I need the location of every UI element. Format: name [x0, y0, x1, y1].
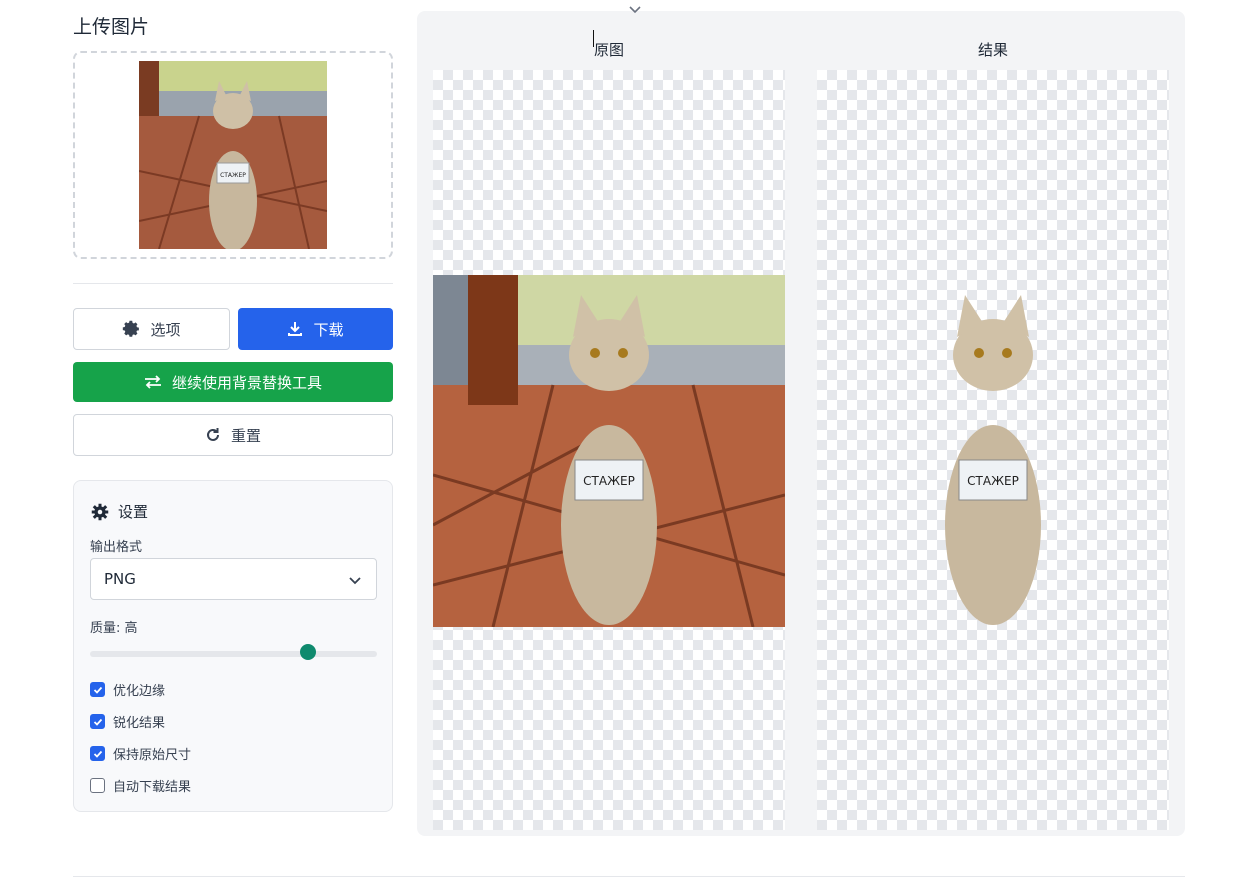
result-preview: СТАЖЕР: [817, 70, 1169, 830]
result-image: СТАЖЕР: [945, 295, 1041, 625]
format-label: 输出格式: [90, 540, 143, 555]
badge-text: СТАЖЕР: [583, 474, 635, 488]
options-button[interactable]: 选项: [73, 308, 230, 350]
upload-dropzone[interactable]: СТАЖЕР: [73, 51, 393, 259]
continue-bg-tool-button[interactable]: 继续使用背景替换工具: [73, 362, 393, 402]
reset-label: 重置: [230, 426, 261, 445]
quality-slider-thumb[interactable]: [300, 644, 317, 660]
result-title: 结果: [977, 41, 1008, 59]
settings-title: 设置: [118, 503, 149, 521]
refresh-icon: [207, 428, 219, 441]
download-icon: [288, 322, 303, 336]
quality-label: 质量: 高: [90, 621, 138, 636]
badge-text: СТАЖЕР: [220, 172, 246, 179]
options-label: 选项: [150, 320, 181, 339]
settings-checkbox[interactable]: 自动下载结果: [90, 776, 191, 795]
original-preview: СТАЖЕР: [433, 70, 785, 830]
uploaded-thumbnail: СТАЖЕР: [139, 61, 327, 249]
original-title: 原图: [593, 41, 624, 59]
original-image: СТАЖЕР: [433, 275, 785, 627]
reset-button[interactable]: 重置: [73, 414, 393, 456]
format-select[interactable]: PNG: [90, 558, 377, 600]
settings-checkbox[interactable]: 保持原始尺寸: [90, 744, 191, 763]
settings-header: 设置: [91, 501, 148, 522]
divider: [73, 283, 393, 284]
swap-arrows-icon: [144, 375, 161, 389]
settings-checkbox[interactable]: 优化边缘: [90, 680, 165, 699]
checkbox-checked-icon[interactable]: [90, 682, 105, 697]
continue-label: 继续使用背景替换工具: [171, 373, 322, 392]
gear-icon: [123, 320, 140, 337]
gear-icon: [91, 503, 109, 520]
checkbox-label: 锐化结果: [113, 716, 166, 731]
checkbox-unchecked-icon[interactable]: [90, 778, 105, 793]
checkbox-label: 优化边缘: [113, 684, 166, 699]
quality-slider-track[interactable]: [90, 651, 377, 657]
download-label: 下载: [313, 320, 344, 339]
footer-divider: [73, 876, 1185, 877]
settings-panel: 设置 输出格式 PNG 质量: 高 优化边缘锐化结果保持原始尺寸 自动下载结果: [73, 480, 393, 812]
collapse-chevron-icon[interactable]: [628, 5, 642, 15]
text-cursor: [593, 30, 594, 47]
format-value: PNG: [104, 570, 136, 588]
compare-panel: 原图 结果 СТАЖЕР СТАЖЕР: [417, 11, 1185, 836]
upload-title: 上传图片: [73, 16, 150, 38]
checkbox-checked-icon[interactable]: [90, 746, 105, 761]
checkbox-label: 保持原始尺寸: [113, 748, 192, 763]
settings-checkbox[interactable]: 锐化结果: [90, 712, 165, 731]
checkbox-checked-icon[interactable]: [90, 714, 105, 729]
checkbox-label: 自动下载结果: [113, 780, 192, 795]
badge-text: СТАЖЕР: [967, 474, 1019, 488]
chevron-down-icon: [349, 577, 361, 585]
download-button[interactable]: 下载: [238, 308, 393, 350]
